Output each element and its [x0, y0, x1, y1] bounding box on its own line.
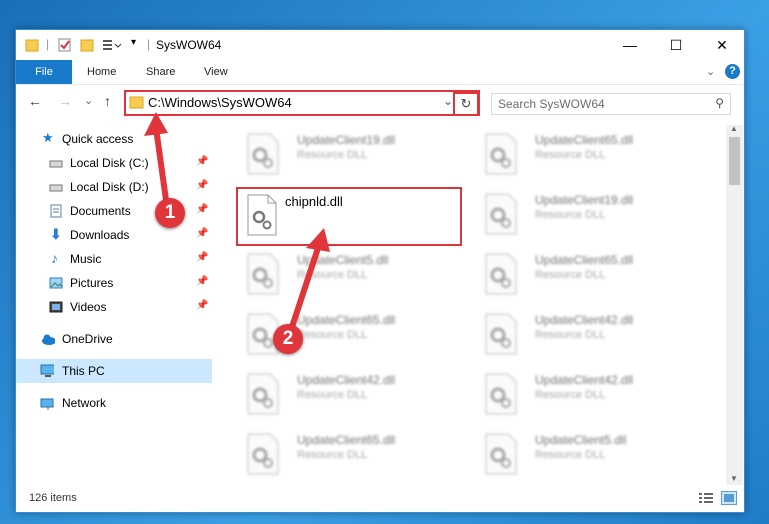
- arrow-head: [144, 112, 168, 136]
- step-badge-1: 1: [155, 198, 185, 228]
- step-badge-2: 2: [273, 324, 303, 354]
- arrow-head: [306, 228, 330, 252]
- arrow-line: [289, 247, 321, 328]
- annotation-arrows: [144, 112, 330, 328]
- arrow-line: [153, 127, 169, 201]
